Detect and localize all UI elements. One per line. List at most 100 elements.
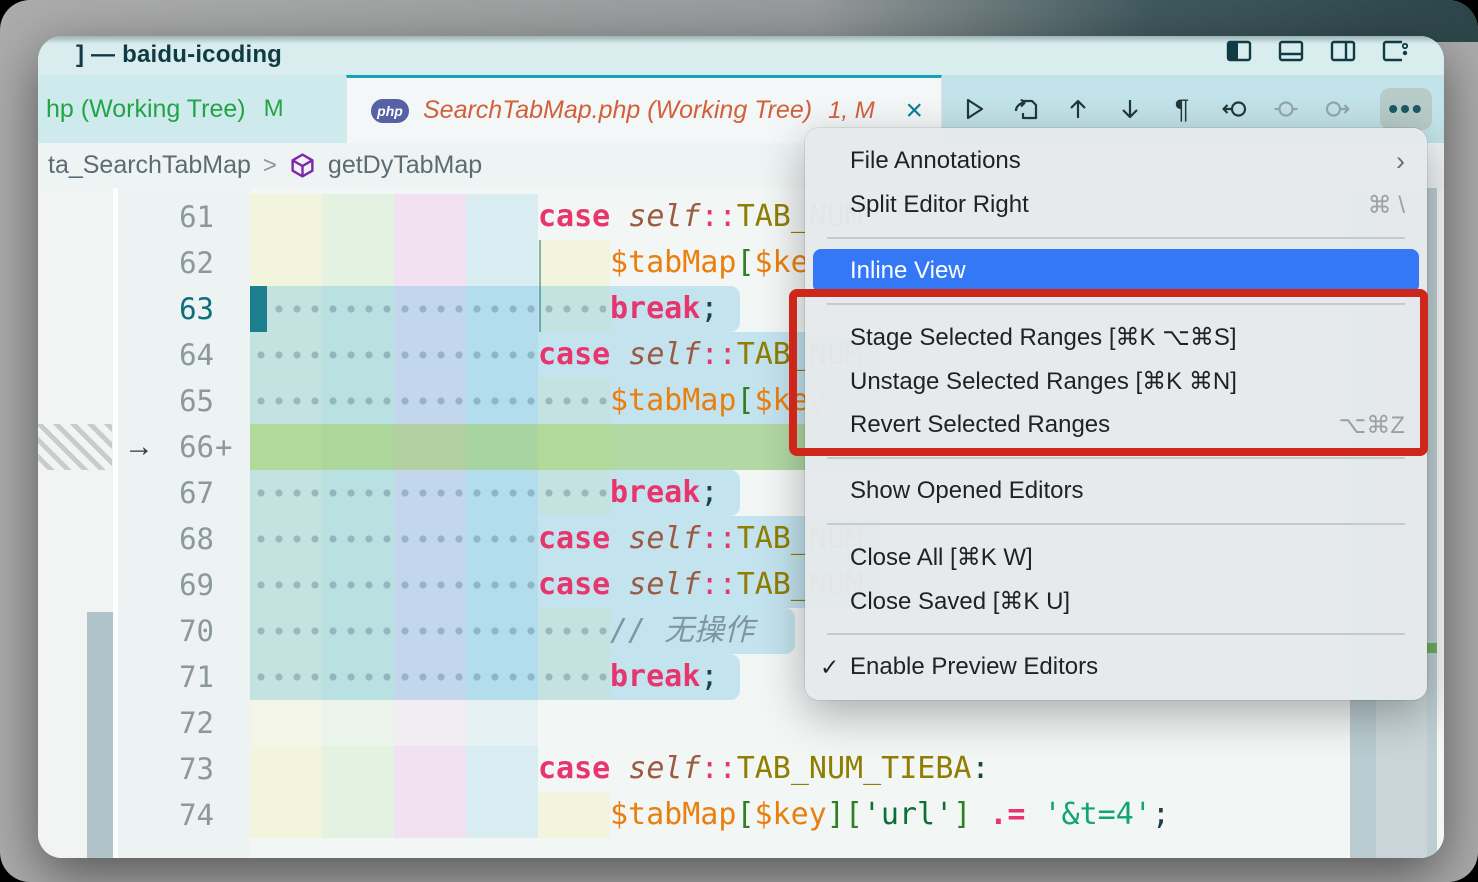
menu-item-inline-view[interactable]: Inline View — [813, 249, 1419, 293]
line-number[interactable]: 70 — [118, 608, 214, 654]
prev-change-icon[interactable] — [1220, 95, 1248, 123]
indent-rainbow-block — [466, 194, 538, 240]
token-s2: '&t=4' — [1044, 797, 1152, 832]
editor-context-menu: File Annotations›Split Editor Right⌘ \In… — [805, 128, 1427, 700]
close-icon[interactable]: × — [905, 96, 923, 126]
line-number[interactable]: 71 — [118, 654, 214, 700]
php-icon: php — [371, 99, 409, 123]
token-kw: case — [538, 521, 610, 556]
token-pc: ; — [700, 475, 718, 510]
overview-ruler[interactable] — [1427, 188, 1437, 858]
line-number[interactable]: 74 — [118, 792, 214, 838]
whitespace-dots — [252, 654, 608, 700]
menu-item-file-annotations[interactable]: File Annotations› — [805, 139, 1427, 183]
whitespace-dots — [252, 608, 608, 654]
token-vr: $tabMap — [610, 383, 736, 418]
token-kw: .= — [989, 797, 1025, 832]
breadcrumb-namespace[interactable]: ta_SearchTabMap — [48, 151, 251, 180]
menu-divider — [805, 623, 1427, 645]
indent-rainbow-block — [322, 792, 394, 838]
more-actions-icon[interactable]: ••• — [1380, 88, 1432, 130]
indent-rainbow-block — [322, 194, 394, 240]
menu-item-enable-preview-editors[interactable]: ✓Enable Preview Editors — [805, 645, 1427, 689]
menu-item-label: Revert Selected Ranges — [850, 411, 1339, 439]
previous-icon[interactable] — [1064, 95, 1092, 123]
menu-item-split-editor-right[interactable]: Split Editor Right⌘ \ — [805, 183, 1427, 227]
indent-rainbow-block — [394, 194, 466, 240]
whitespace-dots — [252, 378, 608, 424]
token-pl — [971, 797, 989, 832]
indent-rainbow-block — [250, 194, 322, 240]
open-changes-icon[interactable] — [1012, 95, 1040, 123]
vscode-window: ] — baidu-icoding hp (Working Tree) — [38, 36, 1444, 858]
line-number[interactable]: 72 — [118, 700, 214, 746]
code-line-72[interactable] — [38, 700, 1444, 746]
toggle-panel-icon[interactable] — [1278, 38, 1304, 64]
code-text: $tabMap[$key — [610, 378, 827, 424]
line-number[interactable]: 63 — [118, 286, 214, 332]
token-pl — [610, 199, 628, 234]
token-pl — [610, 567, 628, 602]
token-kw: break — [610, 475, 700, 510]
token-br: [ — [845, 797, 863, 832]
indent-rainbow-block — [394, 240, 466, 286]
line-number[interactable]: 73 — [118, 746, 214, 792]
menu-item-close-saved-k-u[interactable]: Close Saved [⌘K U] — [805, 579, 1427, 623]
run-icon[interactable] — [960, 95, 988, 123]
code-text: $tabMap[$key]['url'] .= '&t=4'; — [610, 792, 1170, 838]
submenu-chevron-icon: › — [1396, 146, 1405, 177]
screenshot-frame: ] — baidu-icoding hp (Working Tree) — [0, 0, 1478, 882]
line-number[interactable]: 62 — [118, 240, 214, 286]
menu-item-label: Inline View — [850, 257, 1405, 285]
menu-item-unstage-selected-ranges-k-n[interactable]: Unstage Selected Ranges [⌘K ⌘N] — [805, 359, 1427, 403]
indent-rainbow-block — [538, 240, 610, 286]
menu-item-label: File Annotations — [850, 147, 1396, 175]
indent-rainbow-block — [466, 792, 538, 838]
token-self: self — [628, 521, 700, 556]
token-self: self — [628, 199, 700, 234]
next-icon[interactable] — [1116, 95, 1144, 123]
toggle-secondary-sidebar-icon[interactable] — [1330, 38, 1356, 64]
menu-item-shortcut: ⌥⌘Z — [1339, 411, 1405, 440]
indent-rainbow-block — [538, 792, 610, 838]
indent-rainbow-block — [394, 746, 466, 792]
whitespace-dots — [252, 516, 536, 562]
line-number[interactable]: 64 — [118, 332, 214, 378]
line-number[interactable]: 67 — [118, 470, 214, 516]
line-number[interactable]: 65 — [118, 378, 214, 424]
menu-item-stage-selected-ranges-k-s[interactable]: Stage Selected Ranges [⌘K ⌥⌘S] — [805, 315, 1427, 359]
tab-working-tree-1[interactable]: hp (Working Tree) M — [38, 75, 346, 143]
inline-change-icon[interactable] — [1272, 95, 1300, 123]
line-number[interactable]: 68 — [118, 516, 214, 562]
menu-item-close-all-k-w[interactable]: Close All [⌘K W] — [805, 535, 1427, 579]
next-change-icon[interactable] — [1324, 95, 1352, 123]
token-cm: // 无操作 — [610, 613, 754, 648]
menu-item-show-opened-editors[interactable]: Show Opened Editors — [805, 469, 1427, 513]
code-line-74[interactable]: $tabMap[$key]['url'] .= '&t=4'; — [38, 792, 1444, 838]
code-line-73[interactable]: case self::TAB_NUM_TIEBA: — [38, 746, 1444, 792]
token-kw: case — [538, 567, 610, 602]
chevron-right-icon: > — [263, 152, 277, 180]
current-line-marker — [250, 286, 267, 332]
code-text: // 无操作 — [610, 608, 754, 654]
whitespace-icon[interactable]: ¶ — [1168, 95, 1196, 123]
whitespace-dots — [270, 286, 606, 332]
indent-rainbow-block — [322, 700, 394, 746]
check-icon: ✓ — [820, 654, 839, 681]
customize-layout-icon[interactable] — [1382, 38, 1408, 64]
whitespace-dots — [252, 470, 608, 516]
menu-divider — [805, 513, 1427, 535]
code-text: break; — [610, 286, 718, 332]
token-pl — [610, 337, 628, 372]
breadcrumb-method[interactable]: getDyTabMap — [328, 151, 482, 180]
tab-label: hp (Working Tree) — [46, 95, 246, 124]
indent-rainbow-block — [322, 240, 394, 286]
token-pl — [610, 521, 628, 556]
menu-item-label: Close Saved [⌘K U] — [850, 587, 1405, 616]
menu-item-label: Close All [⌘K W] — [850, 543, 1405, 572]
token-pc: : — [972, 751, 990, 786]
line-number[interactable]: 61 — [118, 194, 214, 240]
menu-item-revert-selected-ranges[interactable]: Revert Selected Ranges⌥⌘Z — [805, 403, 1427, 447]
toggle-sidebar-icon[interactable] — [1226, 38, 1252, 64]
line-number[interactable]: 69 — [118, 562, 214, 608]
